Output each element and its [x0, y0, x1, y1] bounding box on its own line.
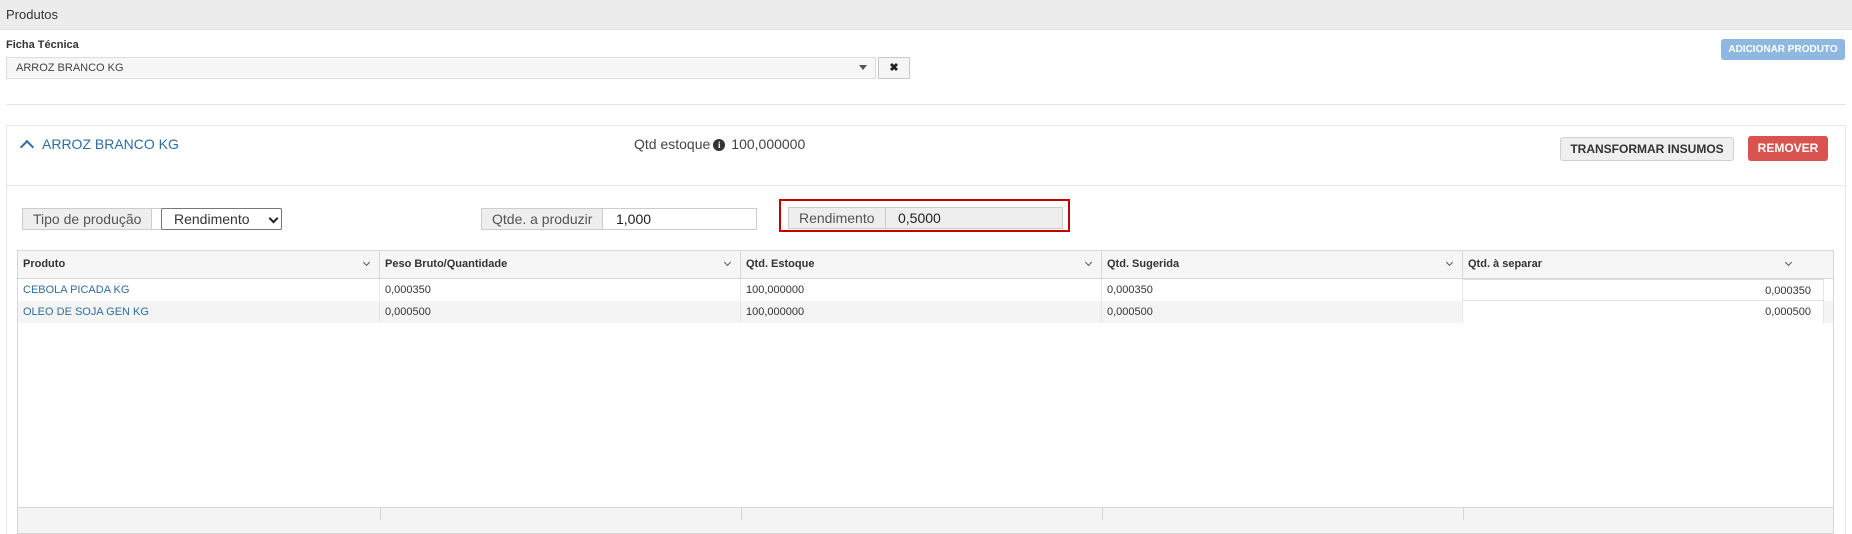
quantity-group: Qtde. a produzir 1,000	[481, 208, 757, 230]
chevron-up-icon	[19, 139, 35, 155]
clear-selection-button[interactable]: ✖	[878, 57, 910, 79]
column-header-qtd-sugerida[interactable]: Qtd. Sugerida	[1102, 251, 1463, 278]
quantity-label: Qtde. a produzir	[482, 209, 604, 229]
stock-cell: 100,000000	[741, 279, 1102, 301]
chevron-down-icon	[859, 65, 867, 70]
suggested-cell: 0,000500	[1102, 301, 1463, 323]
info-icon[interactable]: i	[713, 139, 726, 151]
column-header-peso-bruto[interactable]: Peso Bruto/Quantidade	[380, 251, 741, 278]
chevron-down-icon	[723, 258, 732, 267]
table-row[interactable]: CEBOLA PICADA KG 0,000350 100,000000 0,0…	[18, 279, 1833, 301]
transform-inputs-button[interactable]: TRANSFORMAR INSUMOS	[1560, 137, 1734, 161]
grid-header: Produto Peso Bruto/Quantidade Qtd. Estoq…	[18, 251, 1833, 279]
stock-info: Qtd estoque i 100,000000	[634, 136, 805, 152]
panel-header-divider	[6, 185, 1846, 186]
yield-highlight-box	[779, 199, 1070, 232]
ficha-tecnica-select[interactable]: ARROZ BRANCO KG	[6, 57, 876, 79]
chevron-down-icon	[1784, 258, 1793, 267]
separate-quantity-input[interactable]: 0,000350	[1463, 279, 1824, 301]
ficha-tecnica-label: Ficha Técnica	[6, 39, 79, 51]
stock-value: 100,000000	[731, 136, 806, 152]
add-product-button[interactable]: ADICIONAR PRODUTO	[1721, 39, 1845, 60]
stock-cell: 100,000000	[741, 301, 1102, 323]
chevron-down-icon	[268, 213, 279, 224]
chevron-down-icon	[1084, 258, 1093, 267]
production-type-select[interactable]: Rendimento	[161, 208, 282, 230]
column-header-produto[interactable]: Produto	[18, 251, 380, 278]
product-link[interactable]: CEBOLA PICADA KG	[18, 279, 380, 301]
ficha-tecnica-selected: ARROZ BRANCO KG	[16, 62, 124, 74]
remove-button[interactable]: REMOVER	[1748, 136, 1828, 161]
table-row[interactable]: OLEO DE SOJA GEN KG 0,000500 100,000000 …	[18, 301, 1833, 323]
suggested-cell: 0,000350	[1102, 279, 1463, 301]
product-name: ARROZ BRANCO KG	[42, 136, 179, 152]
production-type-group: Tipo de produção Rendimento	[22, 208, 282, 230]
product-collapse-toggle[interactable]: ARROZ BRANCO KG	[19, 136, 179, 155]
column-header-qtd-estoque[interactable]: Qtd. Estoque	[741, 251, 1102, 278]
grid-footer	[18, 507, 1833, 533]
separate-quantity-input[interactable]: 0,000500	[1463, 301, 1824, 323]
gross-weight-cell: 0,000500	[380, 301, 741, 323]
top-bar: Produtos	[0, 0, 1852, 30]
quantity-input[interactable]: 1,000	[608, 209, 754, 229]
page-title: Produtos	[6, 7, 59, 22]
product-link[interactable]: OLEO DE SOJA GEN KG	[18, 301, 380, 323]
stock-label: Qtd estoque	[634, 136, 711, 152]
chevron-down-icon	[362, 258, 371, 267]
column-header-qtd-separar[interactable]: Qtd. à separar	[1463, 251, 1833, 278]
production-type-value: Rendimento	[174, 211, 250, 227]
gross-weight-cell: 0,000350	[380, 279, 741, 301]
divider	[6, 104, 1846, 105]
chevron-down-icon	[1445, 258, 1454, 267]
production-type-label: Tipo de produção	[23, 209, 153, 229]
ingredients-grid: Produto Peso Bruto/Quantidade Qtd. Estoq…	[17, 250, 1834, 534]
